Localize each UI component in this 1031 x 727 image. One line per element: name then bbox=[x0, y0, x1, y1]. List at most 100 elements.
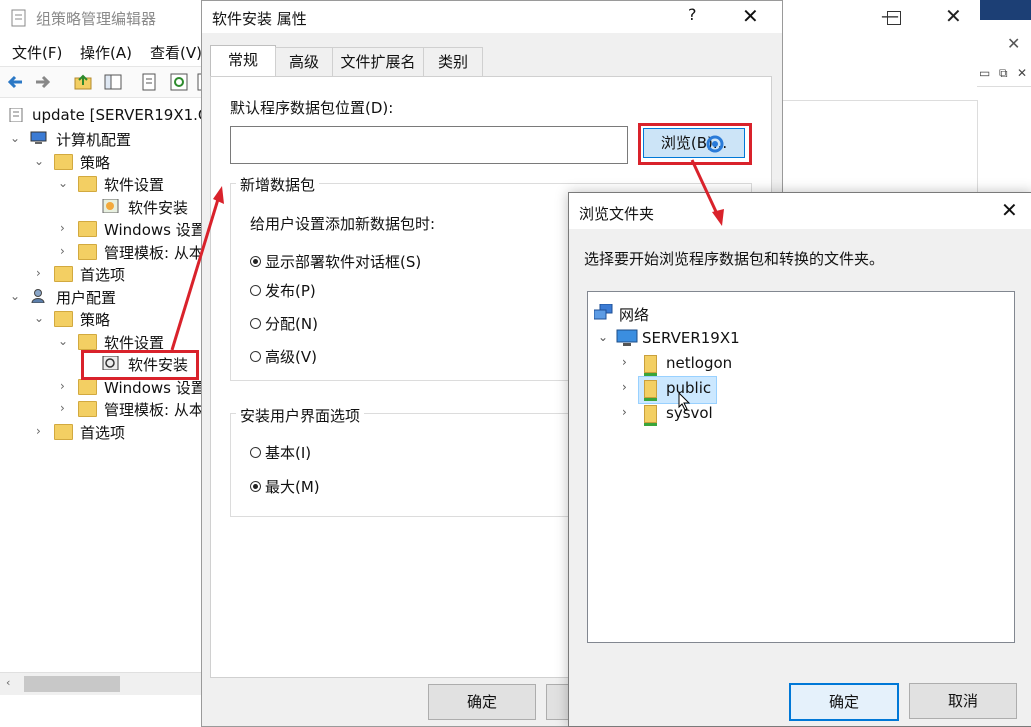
gpe-toolbar bbox=[0, 66, 211, 98]
chevron-right-icon[interactable]: › bbox=[60, 221, 72, 235]
chevron-right-icon[interactable]: › bbox=[36, 424, 48, 438]
tab-general[interactable]: 常规 bbox=[210, 45, 276, 78]
node-netlogon-label: netlogon bbox=[666, 354, 733, 372]
folder-icon bbox=[54, 311, 73, 327]
tree-windows-settings-label: Windows 设置 bbox=[104, 221, 203, 239]
folder-icon bbox=[54, 424, 73, 440]
gpo-icon bbox=[9, 108, 23, 122]
menu-view[interactable]: 查看(V) bbox=[150, 42, 202, 63]
new-package-group-title: 新增数据包 bbox=[236, 174, 320, 195]
menu-file[interactable]: 文件(F) bbox=[12, 42, 62, 63]
chevron-right-icon[interactable]: › bbox=[60, 244, 72, 258]
mdi-close-icon[interactable]: ✕ bbox=[1017, 66, 1027, 80]
gpe-mdi-controls: ▭ ⧉ ✕ bbox=[977, 66, 1031, 87]
mdi-restore-icon[interactable]: ⧉ bbox=[999, 66, 1008, 81]
radio-basic-label: 基本(I) bbox=[265, 444, 312, 462]
tab-categories[interactable]: 类别 bbox=[423, 47, 483, 76]
folder-icon bbox=[78, 221, 97, 237]
tree-computer-config-label: 计算机配置 bbox=[56, 131, 132, 149]
radio-publish[interactable]: 发布(P) bbox=[250, 280, 316, 301]
chevron-right-icon[interactable]: › bbox=[622, 380, 627, 394]
mdi-minimize-icon[interactable]: ▭ bbox=[979, 66, 990, 80]
tree-user-windows-settings-label: Windows 设置 bbox=[104, 379, 203, 397]
radio-dot bbox=[250, 318, 261, 329]
tree-preferences-label: 首选项 bbox=[80, 266, 126, 284]
radio-advanced[interactable]: 高级(V) bbox=[250, 346, 317, 367]
gpe-tree: update [SERVER19X1.CH ⌄ 计算机配置 ⌄ 策略 ⌄ 软件设… bbox=[0, 102, 203, 672]
back-arrow-icon[interactable] bbox=[6, 73, 24, 91]
chevron-down-icon[interactable]: ⌄ bbox=[598, 330, 608, 344]
computer-icon bbox=[616, 329, 638, 346]
props-ok-button[interactable]: 确定 bbox=[428, 684, 536, 720]
properties-titlebar: 软件安装 属性 ? ✕ bbox=[202, 1, 782, 33]
browse-folder-titlebar: 浏览文件夹 ✕ bbox=[569, 193, 1031, 229]
folder-icon bbox=[78, 379, 97, 395]
gpe-child-close-icon[interactable]: ✕ bbox=[1007, 34, 1020, 53]
tab-file-extensions[interactable]: 文件扩展名 bbox=[332, 47, 424, 76]
browse-button[interactable]: 浏览(B)... bbox=[643, 128, 745, 158]
menu-action[interactable]: 操作(A) bbox=[80, 42, 132, 63]
chevron-right-icon[interactable]: › bbox=[36, 266, 48, 280]
tab-advanced[interactable]: 高级 bbox=[275, 47, 333, 76]
package-location-input[interactable] bbox=[230, 126, 628, 164]
radio-show-deploy-dialog[interactable]: 显示部署软件对话框(S) bbox=[250, 251, 421, 272]
chevron-right-icon[interactable]: › bbox=[622, 405, 627, 419]
properties-title: 软件安装 属性 bbox=[212, 10, 307, 28]
properties-close-icon[interactable]: ✕ bbox=[742, 4, 759, 28]
chevron-down-icon[interactable]: ⌄ bbox=[10, 289, 22, 303]
tree-policies-label: 策略 bbox=[80, 154, 111, 172]
properties-icon[interactable] bbox=[140, 73, 158, 91]
radio-basic[interactable]: 基本(I) bbox=[250, 442, 311, 463]
radio-assign-label: 分配(N) bbox=[265, 315, 318, 333]
software-install-icon bbox=[102, 199, 119, 213]
scroll-left-icon[interactable]: ‹ bbox=[6, 676, 10, 689]
tree-software-install-label: 软件安装 bbox=[128, 199, 189, 217]
chevron-right-icon[interactable]: › bbox=[60, 401, 72, 415]
radio-show-deploy-dialog-label: 显示部署软件对话框(S) bbox=[265, 253, 422, 271]
radio-dot bbox=[250, 481, 261, 492]
scrollbar-thumb[interactable] bbox=[24, 676, 120, 692]
radio-dot bbox=[250, 256, 261, 267]
chevron-down-icon[interactable]: ⌄ bbox=[10, 131, 22, 145]
bff-cancel-button[interactable]: 取消 bbox=[909, 683, 1017, 719]
mouse-pointer-icon bbox=[678, 392, 691, 411]
folder-icon bbox=[78, 176, 97, 192]
radio-assign[interactable]: 分配(N) bbox=[250, 313, 318, 334]
chevron-right-icon[interactable]: › bbox=[60, 379, 72, 393]
folder-icon bbox=[54, 154, 73, 170]
gpe-app-icon bbox=[11, 9, 26, 27]
tree-user-config-label: 用户配置 bbox=[56, 289, 117, 307]
browse-folder-dialog: 浏览文件夹 ✕ 选择要开始浏览程序数据包和转换的文件夹。 网络 ⌄ SERVER… bbox=[568, 192, 1031, 727]
show-tree-icon[interactable] bbox=[104, 73, 122, 91]
shared-folder-icon bbox=[644, 355, 657, 376]
radio-dot bbox=[250, 285, 261, 296]
node-network-label: 网络 bbox=[619, 306, 650, 324]
radio-maximum[interactable]: 最大(M) bbox=[250, 476, 320, 497]
tree-user-preferences-label: 首选项 bbox=[80, 424, 126, 442]
chevron-down-icon[interactable]: ⌄ bbox=[34, 154, 46, 168]
maximize-icon[interactable] bbox=[887, 11, 901, 25]
tree-software-settings-label: 软件设置 bbox=[104, 176, 165, 194]
chevron-down-icon[interactable]: ⌄ bbox=[58, 176, 70, 190]
bff-ok-button[interactable]: 确定 bbox=[789, 683, 899, 721]
refresh-icon[interactable] bbox=[170, 73, 188, 91]
tree-horizontal-scrollbar[interactable]: ‹ bbox=[0, 672, 202, 695]
folder-tree[interactable]: 网络 ⌄ SERVER19X1 › netlogon › public › sy… bbox=[587, 291, 1015, 643]
shared-folder-icon bbox=[644, 405, 657, 426]
forward-arrow-icon[interactable] bbox=[34, 73, 52, 91]
gpe-close-icon[interactable]: ✕ bbox=[945, 4, 962, 28]
radio-advanced-label: 高级(V) bbox=[265, 348, 317, 366]
chevron-down-icon[interactable]: ⌄ bbox=[34, 311, 46, 325]
node-server-label: SERVER19X1 bbox=[642, 329, 740, 347]
gpe-title-text: 组策略管理编辑器 bbox=[36, 10, 157, 28]
chevron-down-icon[interactable]: ⌄ bbox=[58, 334, 70, 348]
folder-icon bbox=[54, 266, 73, 282]
folder-icon bbox=[78, 401, 97, 417]
chevron-right-icon[interactable]: › bbox=[622, 355, 627, 369]
up-folder-icon[interactable] bbox=[74, 73, 92, 91]
new-package-prompt: 给用户设置添加新数据包时: bbox=[250, 215, 436, 233]
help-icon[interactable]: ? bbox=[688, 5, 697, 24]
tree-root-label: update [SERVER19X1.CH bbox=[32, 106, 203, 124]
browse-folder-close-icon[interactable]: ✕ bbox=[1001, 198, 1018, 222]
tree-admin-templates-label: 管理模板: 从本 bbox=[104, 244, 203, 262]
